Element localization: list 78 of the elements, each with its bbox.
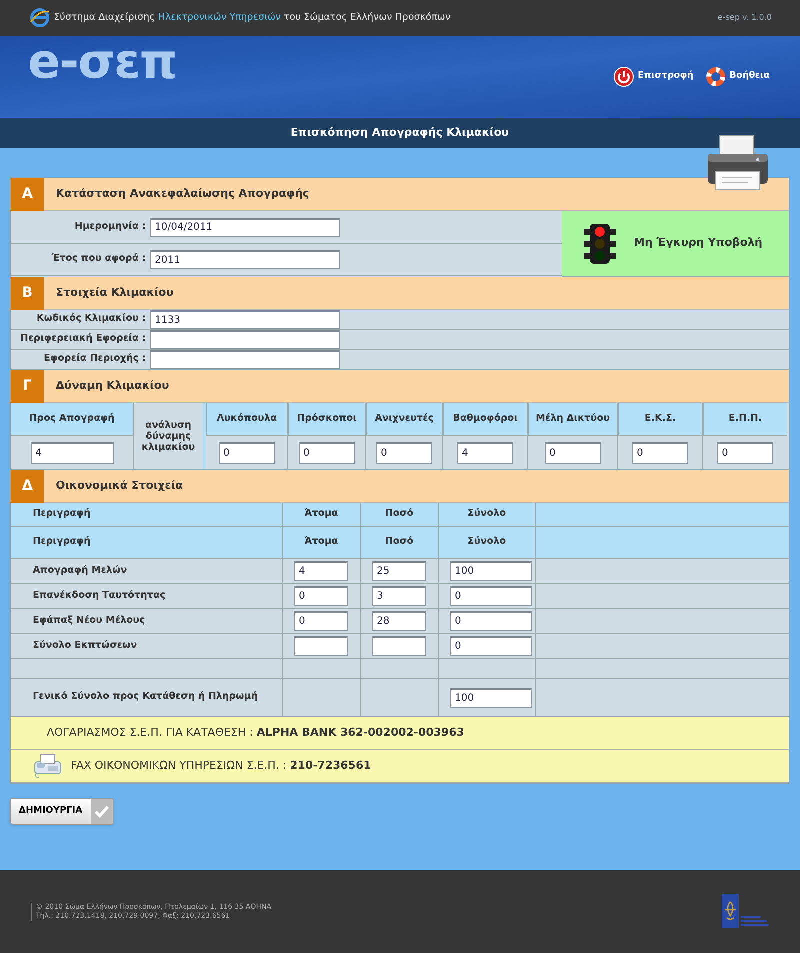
field-label: Ημερομηνία : bbox=[74, 220, 146, 234]
section-title: Στοιχεία Κλιμακίου bbox=[56, 284, 174, 301]
column-header: Σύνολο bbox=[468, 535, 506, 550]
section-letter: Β bbox=[11, 276, 44, 310]
input-field[interactable] bbox=[150, 350, 340, 369]
field-label: Περιφερειακή Εφορεία : bbox=[20, 332, 146, 346]
row-label: Απογραφή Μελών bbox=[33, 564, 128, 578]
power-icon bbox=[614, 67, 634, 87]
breakdown-label: ανάλυση δύναμης κλιμακίου bbox=[140, 420, 196, 452]
column-header: Ε.Π.Π. bbox=[728, 412, 762, 426]
input-field[interactable]: 0 bbox=[298, 442, 354, 464]
site-logo: e-σεπ bbox=[28, 38, 177, 86]
row-label: Εφάπαξ Νέου Μέλους bbox=[33, 614, 146, 628]
row-label: Γενικό Σύνολο προς Κατάθεση ή Πληρωμή bbox=[33, 690, 258, 704]
input-field[interactable]: 0 bbox=[218, 442, 274, 464]
input-field[interactable]: 0 bbox=[294, 611, 348, 631]
input-field[interactable]: 100 bbox=[450, 688, 532, 708]
section-letter: Δ bbox=[11, 470, 44, 502]
row-label: Σύνολο Εκπτώσεων bbox=[33, 638, 138, 653]
version-label: e-sep v. 1.0.0 bbox=[718, 12, 772, 24]
input-field[interactable]: 100 bbox=[450, 561, 532, 581]
input-field[interactable]: 25 bbox=[372, 561, 426, 581]
row-label: Επανέκδοση Ταυτότητας bbox=[33, 588, 166, 603]
field-label: Εφορεία Περιοχής : bbox=[43, 352, 146, 366]
column-header: Σύνολο bbox=[468, 507, 506, 522]
input-field[interactable]: 0 bbox=[450, 636, 532, 656]
column-header: Προς Απογραφή bbox=[29, 412, 115, 426]
input-field[interactable]: 0 bbox=[450, 586, 532, 606]
input-field[interactable]: 0 bbox=[544, 442, 600, 464]
create-button[interactable]: ΔΗΜΙΟΥΡΓΙΑ bbox=[10, 798, 114, 825]
header-link[interactable]: Βοήθεια bbox=[706, 67, 770, 87]
input-field[interactable]: 28 bbox=[372, 611, 426, 631]
input-field[interactable]: 0 bbox=[294, 586, 348, 606]
traffic-light-icon bbox=[582, 222, 618, 264]
header-link[interactable]: Επιστροφή bbox=[614, 67, 694, 87]
column-header: Περιγραφή bbox=[33, 535, 91, 550]
column-header: Περιγραφή bbox=[33, 507, 91, 522]
input-field[interactable]: 2011 bbox=[150, 250, 340, 269]
field-label: Κωδικός Κλιμακίου : bbox=[36, 312, 146, 326]
column-header: Πρόσκοποι bbox=[297, 412, 357, 426]
input-field[interactable]: 4 bbox=[30, 442, 114, 464]
status-label: Μη Έγκυρη Υποβολή bbox=[634, 235, 763, 252]
column-header: Ανιχνευτές bbox=[375, 412, 434, 426]
page-title: Επισκόπηση Απογραφής Κλιμακίου bbox=[290, 124, 510, 141]
section-letter: Γ bbox=[11, 370, 44, 402]
section-title: Οικονομικά Στοιχεία bbox=[56, 478, 184, 494]
input-field[interactable] bbox=[372, 636, 426, 656]
column-header: Βαθμοφόροι bbox=[453, 412, 518, 426]
system-title: Σύστημα Διαχείρισης Ηλεκτρονικών Υπηρεσιών του Σώματος Ελλήνων Προσκόπων bbox=[54, 10, 451, 25]
notice-text: FAX ΟΙΚΟΝΟΜΙΚΩΝ ΥΠΗΡΕΣΙΩΝ Σ.Ε.Π. : 210-7236561 bbox=[71, 758, 372, 774]
input-field[interactable]: 0 bbox=[632, 442, 688, 464]
field-label: Έτος που αφορά : bbox=[50, 252, 146, 266]
input-field[interactable]: 4 bbox=[294, 561, 348, 581]
column-header: Άτομα bbox=[304, 535, 338, 550]
input-field[interactable]: 0 bbox=[717, 442, 773, 464]
scout-emblem-logo bbox=[722, 894, 770, 930]
input-field[interactable]: 3 bbox=[372, 586, 426, 606]
browser-logo-icon bbox=[30, 8, 50, 28]
column-header: Ποσό bbox=[385, 535, 414, 550]
notice-text: ΛΟΓΑΡΙΑΣΜΟΣ Σ.Ε.Π. ΓΙΑ ΚΑΤΑΘΕΣΗ : ALPHA BANK 362-002002-003963 bbox=[47, 724, 464, 741]
input-field[interactable]: 1133 bbox=[150, 310, 340, 329]
section-title: Κατάσταση Ανακεφαλαίωσης Απογραφής bbox=[56, 186, 310, 202]
checkmark-icon bbox=[94, 806, 109, 818]
input-field[interactable]: 0 bbox=[450, 611, 532, 631]
input-field[interactable] bbox=[294, 636, 348, 656]
column-header: Λυκόπουλα bbox=[216, 412, 278, 426]
section-letter: Α bbox=[11, 178, 44, 210]
fax-machine-icon bbox=[33, 753, 63, 779]
input-field[interactable]: 10/04/2011 bbox=[150, 218, 340, 236]
input-field[interactable] bbox=[150, 330, 340, 349]
input-field[interactable]: 0 bbox=[376, 442, 432, 464]
section-title: Δύναμη Κλιμακίου bbox=[56, 378, 170, 394]
column-header: Ποσό bbox=[385, 507, 414, 522]
column-header: Ε.Κ.Σ. bbox=[644, 412, 676, 426]
column-header: Άτομα bbox=[304, 507, 338, 522]
input-field[interactable]: 4 bbox=[457, 442, 513, 464]
lifebuoy-icon bbox=[706, 67, 726, 87]
column-header: Μέλη Δικτύου bbox=[536, 412, 610, 426]
